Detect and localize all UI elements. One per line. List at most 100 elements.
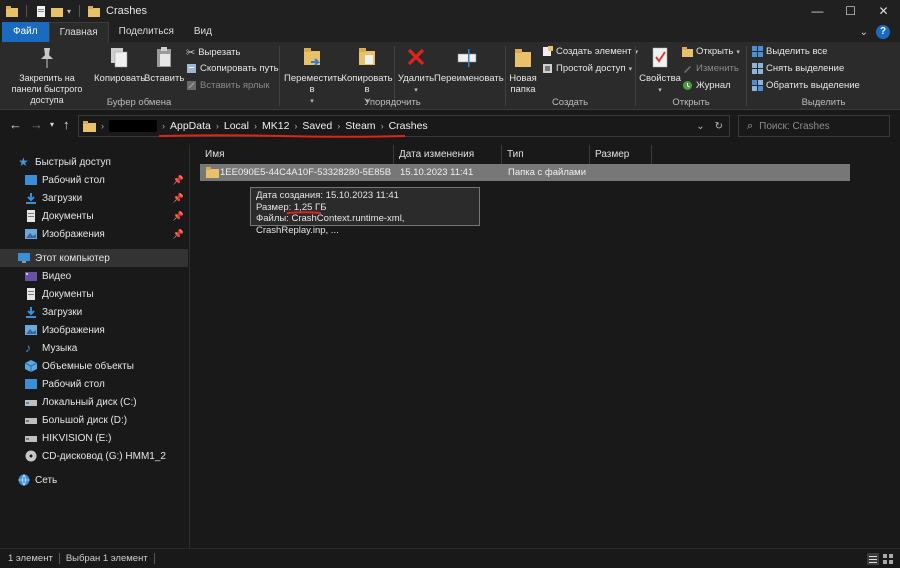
document-icon	[27, 288, 35, 300]
quick-access-dropdown-icon[interactable]: ▾	[67, 7, 71, 16]
new-folder-quick-icon[interactable]	[51, 6, 63, 17]
nav-quick-pictures[interactable]: Изображения 📌	[0, 225, 188, 243]
properties-quick-icon[interactable]	[35, 5, 47, 17]
ribbon: Закрепить на панели быстрого доступа Коп…	[0, 42, 900, 110]
nav-pc-documents[interactable]: Документы	[0, 285, 188, 303]
nav-pc-music[interactable]: ♪ Музыка	[0, 339, 188, 357]
new-group: Новая папка Создать элемент ▾ Простой дос…	[506, 42, 638, 110]
paste-button[interactable]: Вставить	[144, 45, 184, 84]
nav-pc-desktop[interactable]: Рабочий стол	[0, 375, 188, 393]
nav-quick-desktop[interactable]: Рабочий стол 📌	[0, 171, 188, 189]
nav-pc-cd-drive[interactable]: CD-дисковод (G:) HMM1_2	[0, 447, 188, 465]
column-header-type[interactable]: Тип	[501, 145, 591, 165]
invert-selection-button[interactable]: Обратить выделение	[752, 80, 860, 91]
nav-quick-access[interactable]: ★ Быстрый доступ	[0, 153, 188, 171]
folder-icon	[88, 5, 101, 17]
new-folder-icon	[515, 49, 531, 67]
dropdown-arrow-icon: ▾	[736, 48, 740, 56]
move-to-icon	[304, 48, 321, 66]
paste-icon	[157, 47, 171, 67]
nav-pc-pictures[interactable]: Изображения	[0, 321, 188, 339]
file-tooltip: Дата создания: 15.10.2023 11:41 Размер: …	[250, 187, 480, 236]
forward-button[interactable]: →	[30, 117, 43, 132]
open-group-label: Открыть	[672, 97, 710, 108]
navigation-pane: ★ Быстрый доступ Рабочий стол 📌 Загрузки…	[0, 145, 190, 548]
delete-icon	[407, 48, 425, 66]
select-none-button[interactable]: Снять выделение	[752, 63, 844, 74]
column-header-size[interactable]: Размер	[589, 145, 651, 165]
delete-button[interactable]: Удалить ▾	[396, 45, 436, 96]
folder-icon	[206, 167, 219, 178]
pin-icon[interactable]: 📌	[173, 211, 184, 222]
new-folder-button[interactable]: Новая папка	[506, 45, 540, 95]
pictures-icon	[25, 325, 37, 335]
paste-shortcut-button[interactable]: Вставить ярлык	[186, 80, 270, 91]
folder-icon	[83, 121, 96, 132]
nav-quick-documents[interactable]: Документы 📌	[0, 207, 188, 225]
pin-icon[interactable]: 📌	[173, 175, 184, 186]
easy-access-button[interactable]: Простой доступ ▾	[542, 63, 632, 74]
close-button[interactable]: ✕	[867, 0, 900, 22]
ribbon-collapse-icon[interactable]: ⌄	[860, 27, 868, 38]
file-type: Папка с файлами	[508, 167, 587, 178]
properties-button[interactable]: Свойства ▾	[638, 45, 682, 96]
history-button[interactable]: Журнал	[682, 80, 731, 91]
nav-quick-downloads[interactable]: Загрузки 📌	[0, 189, 188, 207]
breadcrumb-crashes[interactable]: Crashes	[385, 120, 432, 132]
open-button[interactable]: Открыть ▾	[682, 46, 740, 57]
tab-view[interactable]: Вид	[184, 22, 222, 42]
breadcrumb-appdata[interactable]: AppData	[166, 120, 215, 132]
table-row[interactable]: 1EE090E5-44C4A10F-53328280-5E85B 15.10.2…	[200, 164, 850, 181]
column-header-date[interactable]: Дата изменения	[393, 145, 501, 165]
select-all-button[interactable]: Выделить все	[752, 46, 827, 57]
up-button[interactable]: ↑	[63, 117, 70, 132]
rename-button[interactable]: Переименовать	[434, 45, 504, 84]
copy-button[interactable]: Копировать	[94, 45, 145, 84]
large-icons-view-icon[interactable]	[882, 553, 894, 565]
nav-pc-drive-c[interactable]: Локальный диск (C:)	[0, 393, 188, 411]
maximize-button[interactable]: ☐	[834, 0, 867, 22]
tab-file[interactable]: Файл	[2, 22, 49, 42]
recent-locations-icon[interactable]: ▾	[50, 120, 54, 129]
breadcrumb-steam[interactable]: Steam	[341, 120, 379, 132]
pin-icon[interactable]: 📌	[173, 193, 184, 204]
tab-share[interactable]: Поделиться	[109, 22, 184, 42]
nav-network[interactable]: Сеть	[0, 471, 188, 489]
refresh-icon[interactable]: ↻	[715, 121, 723, 132]
search-box[interactable]: ⌕	[738, 115, 890, 137]
help-icon[interactable]: ?	[876, 25, 890, 39]
status-item-count: 1 элемент	[8, 553, 53, 564]
nav-pc-drive-e[interactable]: HIKVISION (E:)	[0, 429, 188, 447]
breadcrumb-mk12[interactable]: MK12	[258, 120, 293, 132]
tab-home[interactable]: Главная	[48, 22, 109, 42]
desktop-icon	[25, 175, 37, 185]
column-separator[interactable]	[651, 145, 652, 165]
edit-button[interactable]: Изменить	[682, 63, 739, 74]
minimize-button[interactable]: —	[801, 0, 834, 22]
nav-pc-drive-d[interactable]: Большой диск (D:)	[0, 411, 188, 429]
nav-pc-downloads[interactable]: Загрузки	[0, 303, 188, 321]
breadcrumb-saved[interactable]: Saved	[298, 120, 336, 132]
annotation-underline	[286, 211, 322, 214]
cut-button[interactable]: ✂ Вырезать	[186, 46, 240, 59]
nav-pc-3d-objects[interactable]: Объемные объекты	[0, 357, 188, 375]
address-dropdown-icon[interactable]: ⌄	[696, 121, 704, 132]
nav-pc-video[interactable]: Видео	[0, 267, 188, 285]
search-input[interactable]	[759, 120, 880, 132]
breadcrumb-local[interactable]: Local	[220, 120, 253, 132]
new-item-button[interactable]: Создать элемент ▾	[542, 46, 638, 57]
dropdown-arrow-icon: ▾	[414, 87, 418, 94]
details-view-icon[interactable]	[867, 553, 879, 565]
copy-path-icon	[187, 64, 196, 73]
select-all-icon	[752, 46, 763, 57]
pin-icon[interactable]: 📌	[173, 229, 184, 240]
nav-this-pc[interactable]: Этот компьютер	[0, 249, 188, 267]
status-bar: 1 элемент Выбран 1 элемент	[0, 548, 900, 568]
status-selected: Выбран 1 элемент	[65, 553, 148, 564]
copy-path-button[interactable]: Скопировать путь	[186, 63, 279, 74]
properties-icon	[652, 47, 668, 68]
file-date: 15.10.2023 11:41	[400, 167, 474, 178]
column-header-name[interactable]: Имя	[199, 145, 397, 165]
back-button[interactable]: ←	[9, 117, 22, 132]
dropdown-arrow-icon: ▾	[658, 87, 662, 94]
